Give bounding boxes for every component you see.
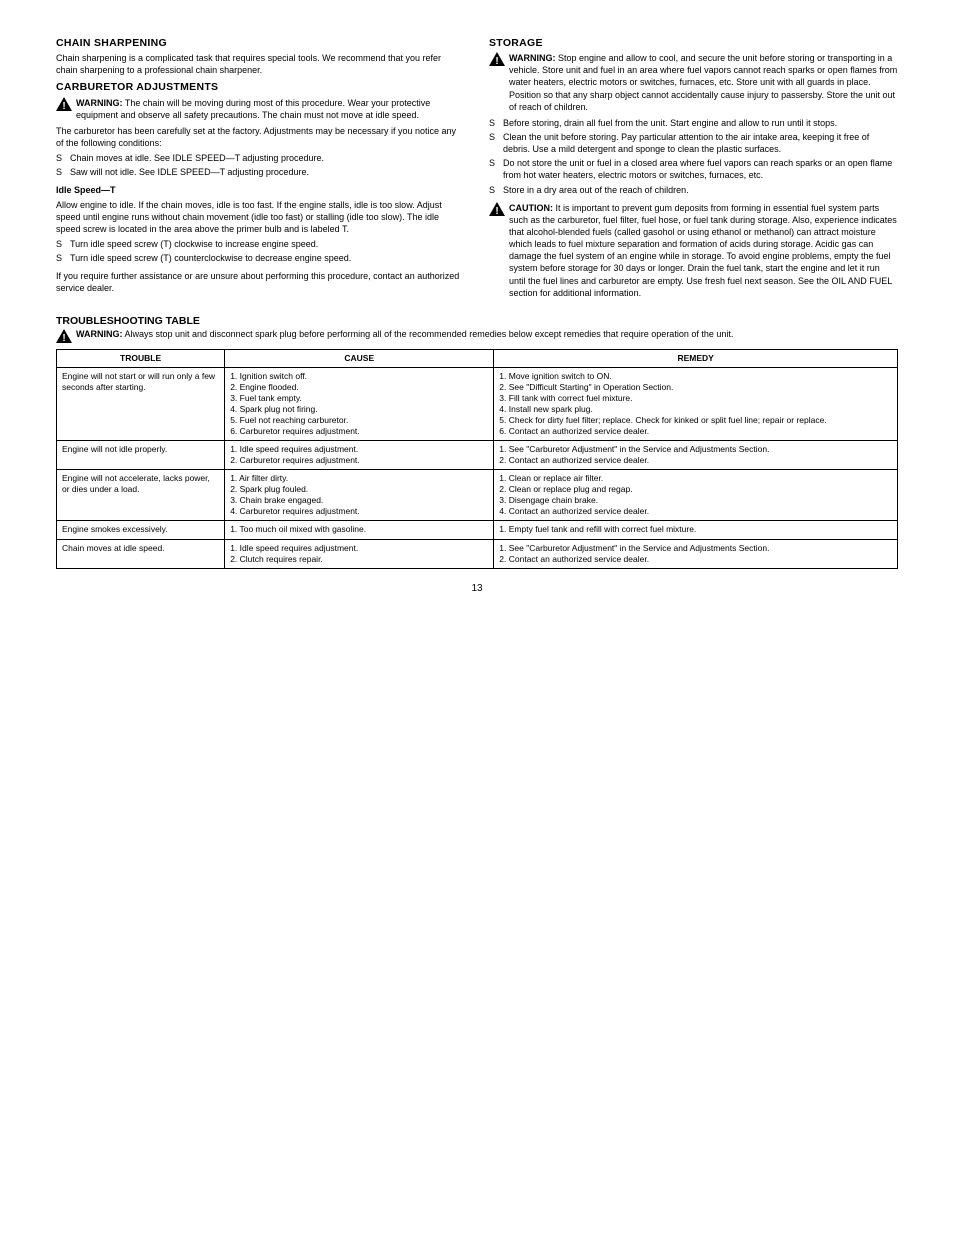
caution-block-storage: ! CAUTION: It is important to prevent gu… (489, 202, 898, 299)
warning-icon: ! (489, 52, 505, 66)
heading-troubleshooting: TROUBLESHOOTING TABLE (56, 315, 898, 327)
svg-text:!: ! (495, 56, 498, 66)
warning-label: WARNING: (76, 329, 123, 339)
warning-label: WARNING: (76, 98, 123, 108)
cell-cause: 1. Air filter dirty.2. Spark plug fouled… (225, 470, 494, 521)
cell-cause: 1. Ignition switch off.2. Engine flooded… (225, 367, 494, 440)
table-row: Engine smokes excessively.1. Too much oi… (57, 521, 898, 539)
svg-text:!: ! (62, 101, 65, 111)
carb-intro-text: The carburetor has been carefully set at… (56, 125, 465, 149)
warning-text: WARNING: Always stop unit and disconnect… (76, 329, 898, 339)
svg-text:!: ! (495, 206, 498, 216)
cell-cause: 1. Idle speed requires adjustment.2. Clu… (225, 539, 494, 568)
cell-remedy: 1. See "Carburetor Adjustment" in the Se… (494, 539, 898, 568)
list-item: Saw will not idle. See IDLE SPEED—T adju… (56, 166, 465, 178)
assistance-text: If you require further assistance or are… (56, 270, 465, 294)
th-cause: CAUSE (225, 349, 494, 367)
cell-trouble: Engine will not start or will run only a… (57, 367, 225, 440)
troubleshooting-section: TROUBLESHOOTING TABLE ! WARNING: Always … (56, 315, 898, 569)
list-item: Clean the unit before storing. Pay parti… (489, 131, 898, 155)
cell-cause: 1. Idle speed requires adjustment.2. Car… (225, 441, 494, 470)
storage-list: Before storing, drain all fuel from the … (489, 117, 898, 196)
two-column-layout: CHAIN SHARPENING Chain sharpening is a c… (56, 36, 898, 303)
left-column: CHAIN SHARPENING Chain sharpening is a c… (56, 36, 465, 303)
page: CHAIN SHARPENING Chain sharpening is a c… (0, 0, 954, 1235)
heading-carburetor-adjustments: CARBURETOR ADJUSTMENTS (56, 80, 465, 94)
warning-text: WARNING: The chain will be moving during… (76, 97, 465, 121)
cell-trouble: Chain moves at idle speed. (57, 539, 225, 568)
warning-body: Stop engine and allow to cool, and secur… (509, 53, 897, 112)
carb-conditions-list: Chain moves at idle. See IDLE SPEED—T ad… (56, 152, 465, 178)
chain-sharpening-text: Chain sharpening is a complicated task t… (56, 52, 465, 76)
warning-block-carburetor: ! WARNING: The chain will be moving duri… (56, 97, 465, 121)
svg-text:!: ! (62, 333, 65, 343)
cell-remedy: 1. See "Carburetor Adjustment" in the Se… (494, 441, 898, 470)
warning-body: The chain will be moving during most of … (76, 98, 430, 120)
cell-remedy: 1. Move ignition switch to ON.2. See "Di… (494, 367, 898, 440)
cell-trouble: Engine will not idle properly. (57, 441, 225, 470)
warning-block-storage: ! WARNING: Stop engine and allow to cool… (489, 52, 898, 113)
warning-body-text: Always stop unit and disconnect spark pl… (125, 329, 734, 339)
table-row: Engine will not start or will run only a… (57, 367, 898, 440)
list-item: Turn idle speed screw (T) counterclockwi… (56, 252, 465, 264)
table-row: Engine will not accelerate, lacks power,… (57, 470, 898, 521)
table-body: Engine will not start or will run only a… (57, 367, 898, 568)
cell-remedy: 1. Empty fuel tank and refill with corre… (494, 521, 898, 539)
warning-text: WARNING: Stop engine and allow to cool, … (509, 52, 898, 113)
warning-label: WARNING: (509, 53, 556, 63)
heading-chain-sharpening: CHAIN SHARPENING (56, 36, 465, 50)
table-header-row: TROUBLE CAUSE REMEDY (57, 349, 898, 367)
warning-block-troubleshooting: ! WARNING: Always stop unit and disconne… (56, 329, 898, 343)
th-remedy: REMEDY (494, 349, 898, 367)
warning-icon: ! (56, 329, 72, 343)
warning-icon: ! (56, 97, 72, 111)
cell-cause: 1. Too much oil mixed with gasoline. (225, 521, 494, 539)
troubleshooting-table: TROUBLE CAUSE REMEDY Engine will not sta… (56, 349, 898, 569)
cell-trouble: Engine smokes excessively. (57, 521, 225, 539)
caution-label: CAUTION: (509, 203, 553, 213)
right-column: STORAGE ! WARNING: Stop engine and allow… (489, 36, 898, 303)
heading-storage: STORAGE (489, 36, 898, 50)
table-row: Chain moves at idle speed.1. Idle speed … (57, 539, 898, 568)
caution-text: CAUTION: It is important to prevent gum … (509, 202, 898, 299)
caution-body: It is important to prevent gum deposits … (509, 203, 897, 298)
idle-adjust-list: Turn idle speed screw (T) clockwise to i… (56, 238, 465, 264)
list-item: Turn idle speed screw (T) clockwise to i… (56, 238, 465, 250)
list-item: Chain moves at idle. See IDLE SPEED—T ad… (56, 152, 465, 164)
table-row: Engine will not idle properly.1. Idle sp… (57, 441, 898, 470)
th-trouble: TROUBLE (57, 349, 225, 367)
cell-trouble: Engine will not accelerate, lacks power,… (57, 470, 225, 521)
list-item: Store in a dry area out of the reach of … (489, 184, 898, 196)
idle-speed-text: Allow engine to idle. If the chain moves… (56, 199, 465, 235)
subheading-idle-speed: Idle Speed—T (56, 184, 465, 196)
cell-remedy: 1. Clean or replace air filter.2. Clean … (494, 470, 898, 521)
list-item: Before storing, drain all fuel from the … (489, 117, 898, 129)
warning-icon: ! (489, 202, 505, 216)
list-item: Do not store the unit or fuel in a close… (489, 157, 898, 181)
page-number: 13 (56, 583, 898, 594)
